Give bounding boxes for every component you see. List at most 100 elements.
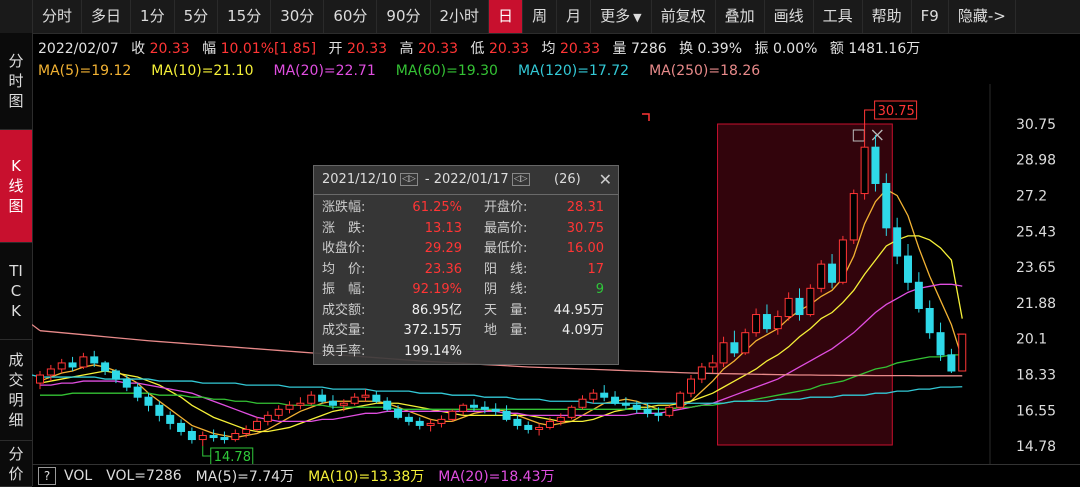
candle-body	[274, 408, 283, 416]
candle-body	[166, 414, 175, 424]
overlay-label: 叠加	[724, 7, 755, 25]
candle-body	[318, 394, 327, 402]
period-60min-button[interactable]: 60分	[324, 0, 378, 33]
more-dropdown-button[interactable]: 更多 ▼	[591, 0, 652, 33]
period-2hour-label: 2小时	[439, 7, 480, 25]
candle-body	[545, 420, 554, 428]
sidebar-tab-tick[interactable]: TICK	[0, 243, 32, 340]
candle-body	[643, 408, 652, 414]
candle-body	[491, 408, 500, 412]
period-2hour-button[interactable]: 2小时	[431, 0, 490, 33]
interval-start-date: 2021/12/10	[322, 172, 397, 187]
stat-label: 均 价:	[322, 261, 366, 277]
stat-label: 最高价:	[484, 220, 528, 236]
candle-body	[177, 422, 186, 432]
stat-value: 372.15万	[403, 323, 463, 338]
candle-body	[611, 396, 620, 404]
stat-label: 成交额:	[322, 302, 366, 318]
candle-body	[404, 416, 413, 422]
close-value: 20.33	[149, 41, 190, 57]
period-week-button[interactable]: 周	[523, 0, 558, 33]
candle-body	[361, 394, 370, 398]
stat-value: 30.75	[566, 220, 604, 236]
help-icon[interactable]: ?	[38, 467, 56, 485]
stat-value: 4.09万	[562, 323, 604, 338]
sidebar-tab-intraday-chart[interactable]: 分时图	[0, 33, 32, 130]
ma-legend-item: MA(5)=19.12	[38, 63, 132, 79]
sidebar-tab-price-distribution[interactable]: 分价	[0, 441, 32, 487]
close-label: 收	[131, 41, 146, 57]
candle-body	[828, 263, 837, 283]
ma-legend: MA(5)=19.12 MA(10)=21.10 MA(20)=22.71 MA(60…	[38, 63, 780, 79]
quote-info-row: 2022/02/07 收 20.33 幅 10.01%[1.85] 开 20.3…	[38, 38, 920, 58]
period-multiday-button[interactable]: 多日	[82, 0, 132, 33]
tools-button[interactable]: 工具	[814, 0, 863, 33]
period-month-button[interactable]: 月	[557, 0, 592, 33]
stat-row: 开盘价: 28.31	[484, 198, 604, 218]
candle-body	[773, 316, 782, 330]
marker-icon	[642, 113, 650, 121]
ma-legend-item: MA(20)=22.71	[273, 63, 376, 79]
low-marker-line	[202, 446, 211, 457]
candle-body	[480, 406, 489, 410]
candle-body	[242, 428, 251, 434]
period-intraday-button[interactable]: 分时	[33, 0, 83, 33]
period-90min-label: 90分	[386, 7, 421, 25]
vol-value: VOL=7286	[106, 468, 182, 484]
candle-body	[339, 402, 348, 406]
period-day-button[interactable]: 日	[489, 0, 524, 33]
candle-body	[285, 404, 294, 410]
sidebar-tab-label: 分价	[8, 444, 24, 483]
candle-body	[762, 314, 771, 330]
f9-button[interactable]: F9	[912, 0, 949, 33]
help-button[interactable]: 帮助	[863, 0, 912, 33]
candle-body	[253, 420, 261, 430]
stat-row: 阳 线: 17	[484, 260, 604, 280]
y-tick-label: 23.65	[1016, 260, 1056, 276]
close-icon[interactable]: ✕	[599, 166, 612, 194]
candle-body	[187, 430, 196, 441]
period-15min-button[interactable]: 15分	[218, 0, 272, 33]
period-30min-button[interactable]: 30分	[271, 0, 325, 33]
candle-body	[893, 227, 902, 257]
stat-value: 86.95亿	[411, 302, 462, 318]
candle-body	[350, 396, 359, 404]
sidebar-tab-trade-detail[interactable]: 成交明细	[0, 340, 32, 441]
avg-label: 均	[541, 41, 556, 57]
stat-label: 天 量:	[484, 302, 528, 318]
candle-body	[296, 402, 305, 406]
y-tick-label: 14.78	[1016, 439, 1056, 455]
start-date-stepper[interactable]: ◁▷	[399, 173, 418, 186]
candle-body	[133, 386, 142, 398]
low-label: 低	[470, 41, 485, 57]
stat-label: 阴 线:	[484, 282, 528, 297]
hide-button[interactable]: 隐藏->	[949, 0, 1016, 33]
candle-body	[632, 404, 641, 410]
candle-body	[426, 422, 435, 426]
draw-line-button[interactable]: 画线	[765, 0, 814, 33]
candle-body	[328, 400, 337, 406]
candle-body	[144, 396, 153, 406]
candle-body	[589, 392, 598, 400]
period-week-label: 周	[532, 7, 548, 25]
high-marker-label: 30.75	[878, 104, 915, 119]
ma250-tail	[32, 324, 41, 332]
candle-body	[947, 354, 956, 372]
stat-row: 成交额: 86.95亿	[322, 301, 462, 321]
stat-row: 天 量: 44.95万	[484, 301, 604, 321]
period-90min-button[interactable]: 90分	[377, 0, 431, 33]
candle-body	[57, 362, 66, 370]
overlay-button[interactable]: 叠加	[716, 0, 765, 33]
sidebar-tab-kline-chart[interactable]: K线图	[0, 130, 32, 243]
amplitude-value: 0.00%	[772, 41, 818, 57]
candle-body	[914, 281, 923, 309]
forward-adjust-button[interactable]: 前复权	[652, 0, 716, 33]
end-date-stepper[interactable]: ◁▷	[511, 173, 530, 186]
stat-value: 23.36	[424, 261, 462, 277]
stat-value: 61.25%	[412, 200, 462, 215]
candle-body	[849, 193, 858, 241]
candle-body	[795, 297, 804, 316]
period-5min-button[interactable]: 5分	[175, 0, 219, 33]
period-1min-button[interactable]: 1分	[131, 0, 175, 33]
stat-row: 最高价: 30.75	[484, 219, 604, 239]
